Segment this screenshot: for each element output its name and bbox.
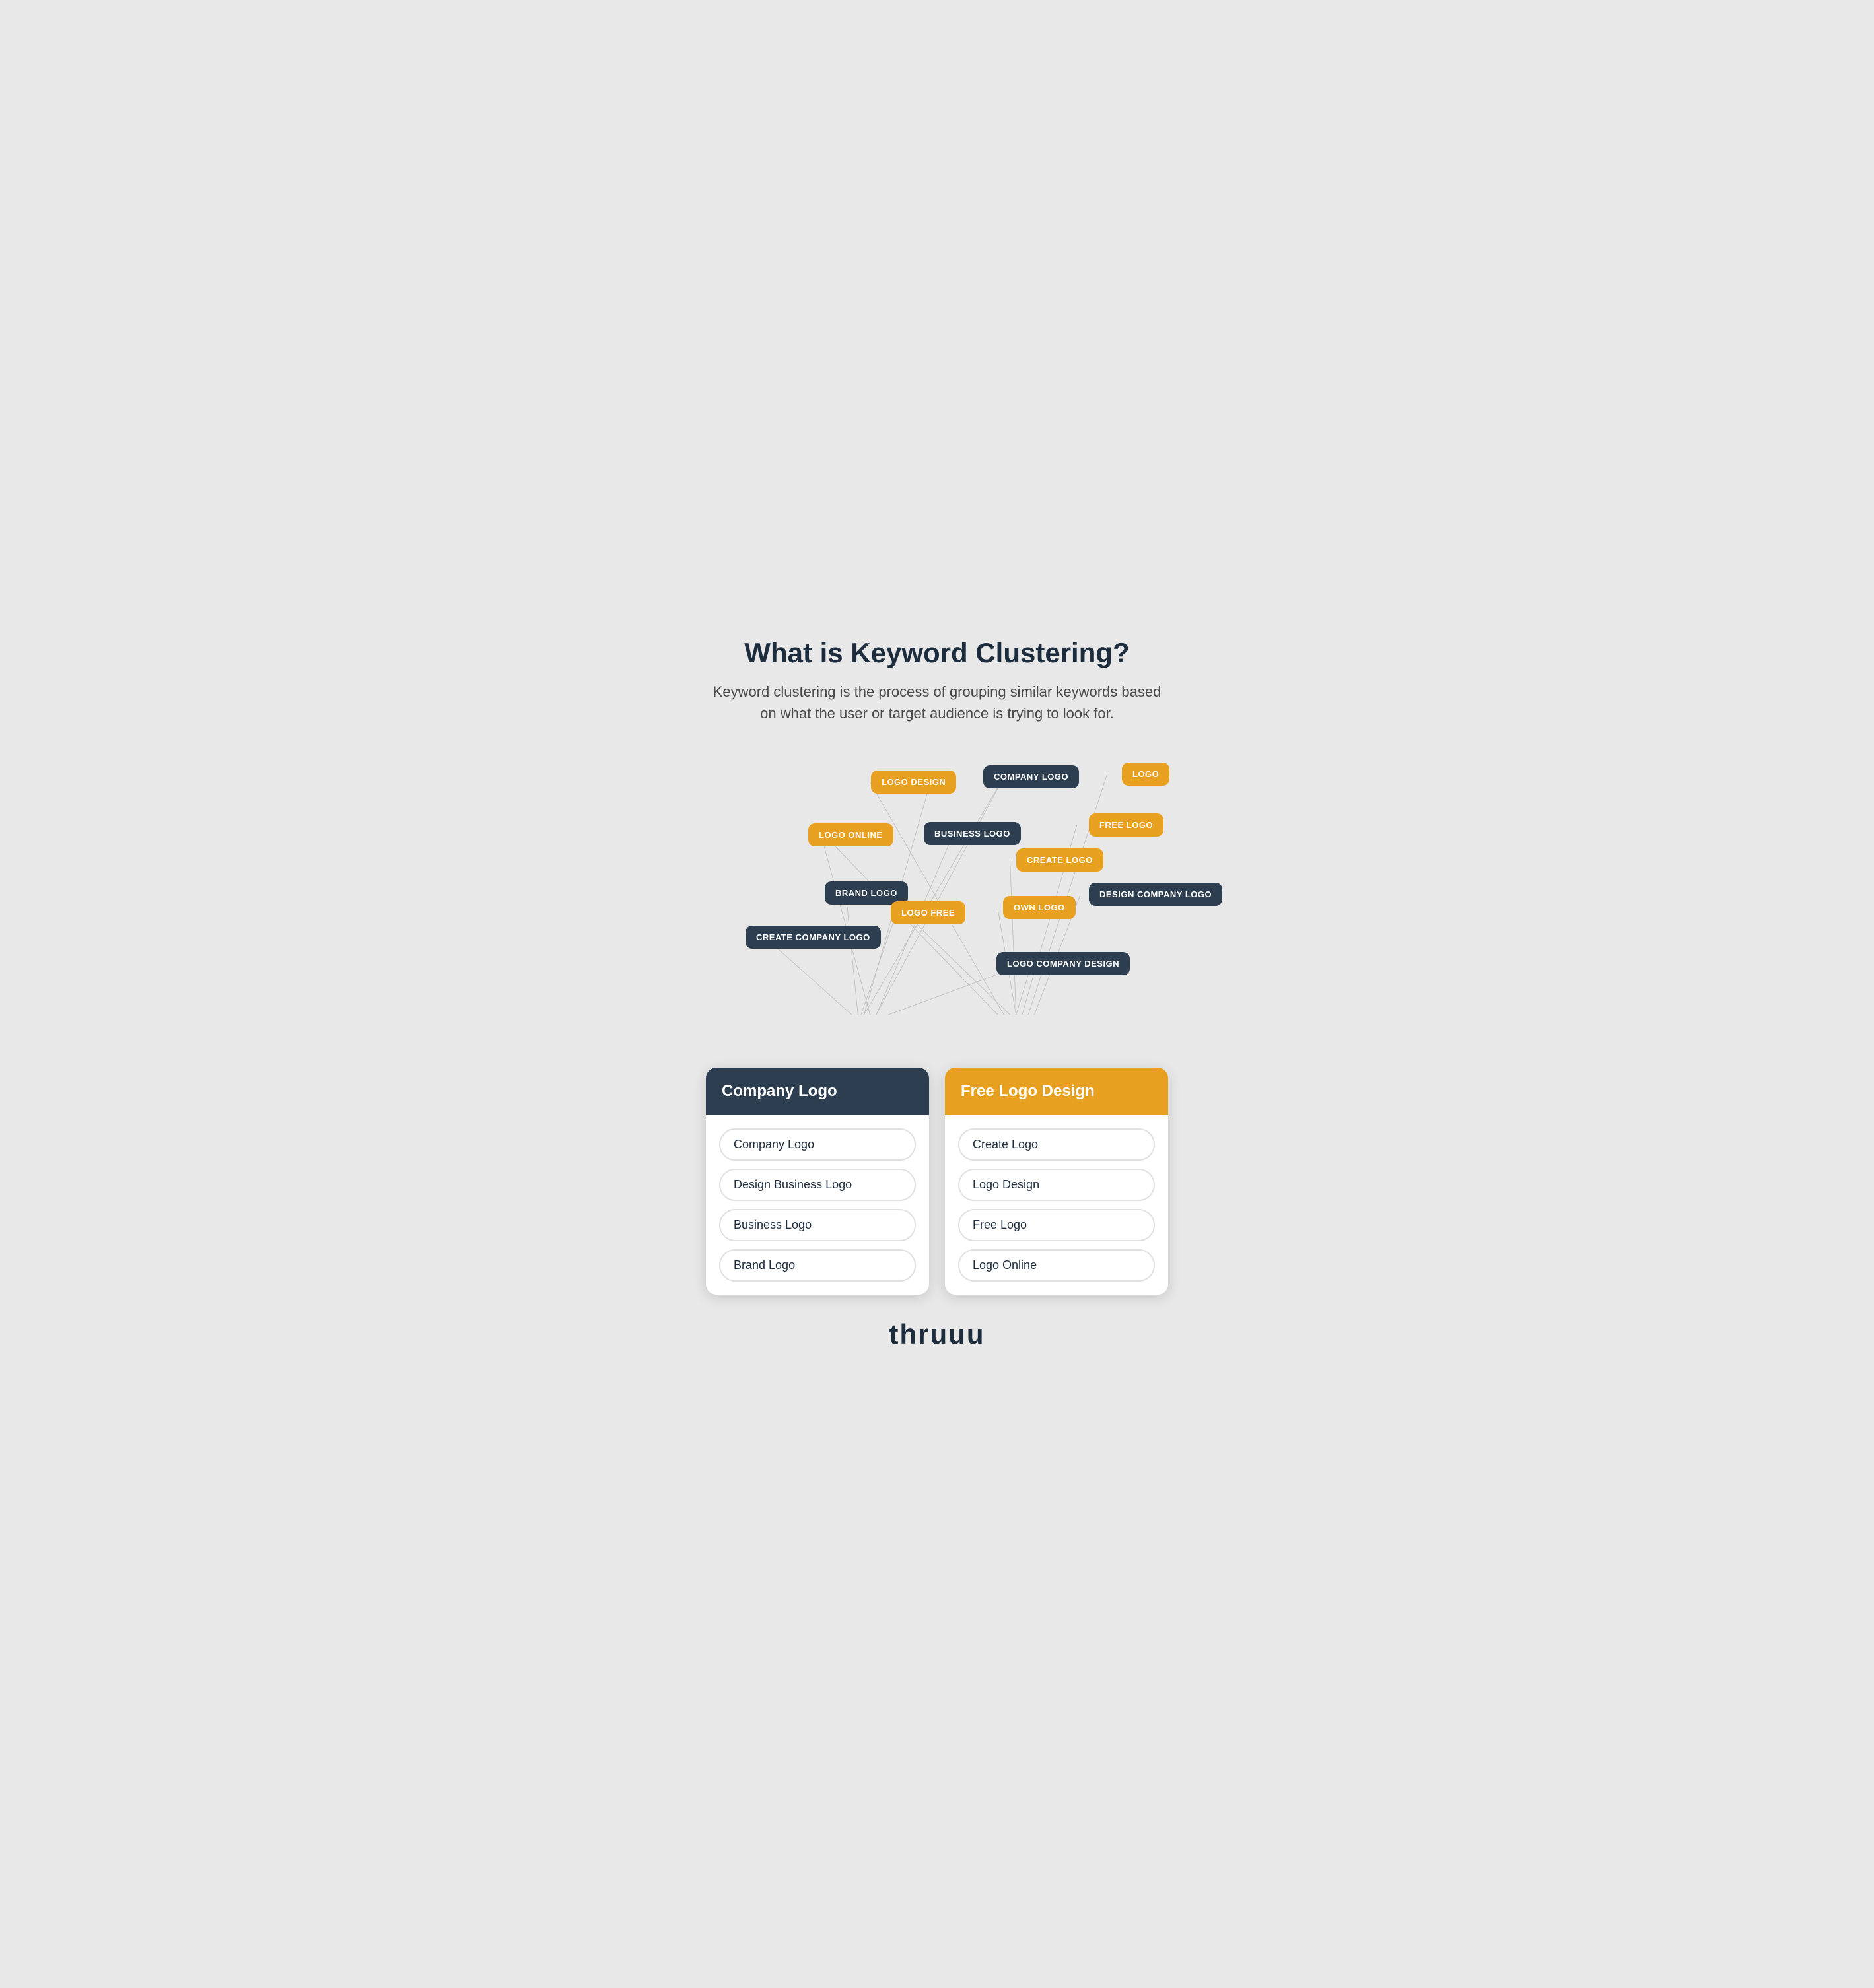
cluster-free-logo-cluster: Free Logo Design Create Logo Logo Design Fr… <box>945 1068 1168 1295</box>
keyword-tag-logo-company-design: LOGO COMPANY DESIGN <box>996 952 1130 975</box>
cluster-item: Brand Logo <box>719 1249 916 1282</box>
page-subtitle: Keyword clustering is the process of gro… <box>706 681 1168 724</box>
keyword-tag-logo: LOGO <box>1122 763 1169 786</box>
cluster-item: Create Logo <box>958 1128 1155 1161</box>
keyword-tag-business-logo: BUSINESS LOGO <box>924 822 1021 845</box>
keyword-tag-company-logo-tag: COMPANY LOGO <box>983 765 1079 788</box>
clusters-container: Company Logo Company Logo Design Business … <box>706 1068 1168 1295</box>
page-container: What is Keyword Clustering? Keyword clus… <box>686 611 1188 1376</box>
keyword-tag-free-logo: FREE LOGO <box>1089 813 1163 837</box>
cluster-item: Free Logo <box>958 1209 1155 1241</box>
cluster-item: Logo Design <box>958 1169 1155 1201</box>
keyword-tag-logo-design: LOGO DESIGN <box>871 771 956 794</box>
cluster-company-logo-cluster: Company Logo Company Logo Design Business … <box>706 1068 929 1295</box>
cluster-body-company-logo-cluster: Company Logo Design Business Logo Business… <box>706 1115 929 1295</box>
keyword-tag-own-logo: OWN LOGO <box>1003 896 1076 919</box>
keyword-tag-create-company-logo: CREATE COMPANY LOGO <box>746 926 881 949</box>
cluster-item: Logo Online <box>958 1249 1155 1282</box>
cluster-item: Company Logo <box>719 1128 916 1161</box>
brand-name: thruuu <box>889 1319 985 1350</box>
page-title: What is Keyword Clustering? <box>706 638 1168 668</box>
cluster-item: Business Logo <box>719 1209 916 1241</box>
keyword-cloud: LOGO DESIGN COMPANY LOGO LOGO LOGO ONLINE BU… <box>706 751 1168 1054</box>
cluster-item: Design Business Logo <box>719 1169 916 1201</box>
cluster-header-company-logo-cluster: Company Logo <box>706 1068 929 1115</box>
brand-footer: thruuu <box>706 1319 1168 1350</box>
cluster-body-free-logo-cluster: Create Logo Logo Design Free Logo Logo Onli… <box>945 1115 1168 1295</box>
keyword-tag-logo-online: LOGO ONLINE <box>808 823 893 846</box>
keyword-tag-design-company-logo: DESIGN COMPANY LOGO <box>1089 883 1222 906</box>
keyword-tag-logo-free: LOGO FREE <box>891 901 965 924</box>
cluster-header-free-logo-cluster: Free Logo Design <box>945 1068 1168 1115</box>
keyword-tag-create-logo: CREATE LOGO <box>1016 848 1103 872</box>
